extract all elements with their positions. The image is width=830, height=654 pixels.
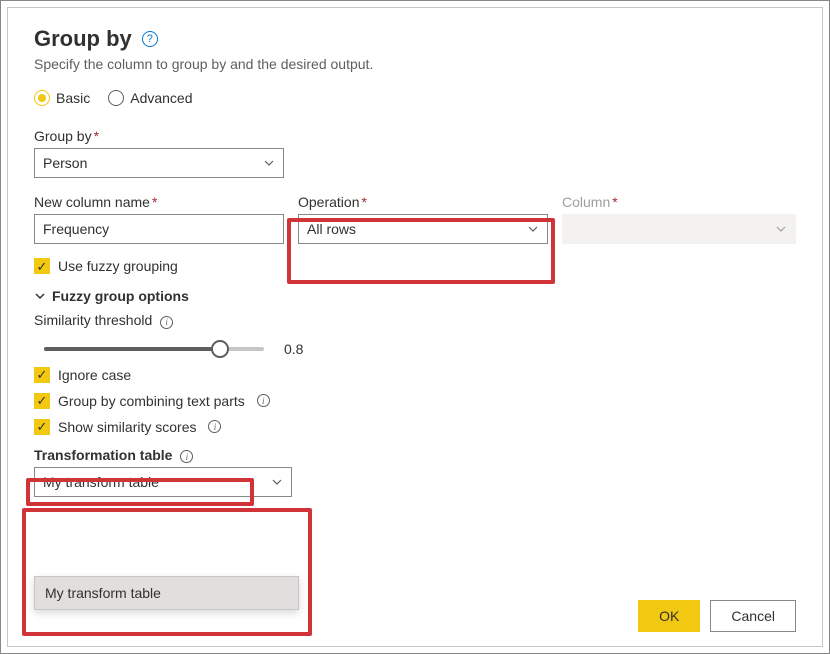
use-fuzzy-label: Use fuzzy grouping — [58, 258, 178, 274]
transform-table-value: My transform table — [43, 474, 159, 490]
fuzzy-options-toggle[interactable]: Fuzzy group options — [34, 288, 796, 304]
help-icon[interactable]: ? — [142, 31, 158, 47]
info-icon[interactable]: i — [208, 420, 221, 433]
combine-parts-checkbox[interactable]: ✓ — [34, 393, 50, 409]
operation-select[interactable]: All rows — [298, 214, 548, 244]
fuzzy-section-title: Fuzzy group options — [52, 288, 189, 304]
chevron-down-icon — [527, 223, 539, 235]
column-select — [562, 214, 796, 244]
ok-button[interactable]: OK — [638, 600, 700, 632]
radio-basic-label: Basic — [56, 90, 90, 106]
chevron-down-icon — [34, 290, 46, 302]
groupby-select[interactable]: Person — [34, 148, 284, 178]
show-scores-checkbox[interactable]: ✓ — [34, 419, 50, 435]
window-frame: Group by ? Specify the column to group b… — [0, 0, 830, 654]
threshold-value: 0.8 — [284, 341, 303, 357]
highlight-transform-table — [22, 508, 312, 636]
newcol-value: Frequency — [43, 221, 109, 237]
transform-table-dropdown: My transform table — [34, 576, 299, 610]
dialog-subtitle: Specify the column to group by and the d… — [34, 56, 796, 72]
operation-value: All rows — [307, 221, 356, 237]
cancel-button[interactable]: Cancel — [710, 600, 796, 632]
chevron-down-icon — [775, 223, 787, 235]
dropdown-option[interactable]: My transform table — [35, 577, 298, 609]
dialog-title: Group by — [34, 26, 132, 52]
ignore-case-label: Ignore case — [58, 367, 131, 383]
newcol-label: New column name* — [34, 194, 284, 210]
transform-table-label: Transformation table — [34, 447, 172, 463]
radio-advanced[interactable]: Advanced — [108, 90, 192, 106]
chevron-down-icon — [271, 476, 283, 488]
info-icon[interactable]: i — [160, 316, 173, 329]
operation-label: Operation* — [298, 194, 548, 210]
info-icon[interactable]: i — [180, 450, 193, 463]
radio-advanced-label: Advanced — [130, 90, 192, 106]
groupby-value: Person — [43, 155, 87, 171]
threshold-slider[interactable] — [44, 339, 264, 359]
column-label: Column* — [562, 194, 796, 210]
chevron-down-icon — [263, 157, 275, 169]
radio-basic[interactable]: Basic — [34, 90, 90, 106]
mode-radio-group: Basic Advanced — [34, 90, 796, 106]
info-icon[interactable]: i — [257, 394, 270, 407]
transform-table-select[interactable]: My transform table — [34, 467, 292, 497]
combine-parts-label: Group by combining text parts — [58, 393, 245, 409]
group-by-dialog: Group by ? Specify the column to group b… — [7, 7, 823, 647]
show-scores-label: Show similarity scores — [58, 419, 196, 435]
ignore-case-checkbox[interactable]: ✓ — [34, 367, 50, 383]
slider-thumb[interactable] — [211, 340, 229, 358]
groupby-label: Group by* — [34, 128, 284, 144]
use-fuzzy-checkbox[interactable]: ✓ — [34, 258, 50, 274]
threshold-label: Similarity threshold — [34, 312, 152, 328]
newcol-input[interactable]: Frequency — [34, 214, 284, 244]
